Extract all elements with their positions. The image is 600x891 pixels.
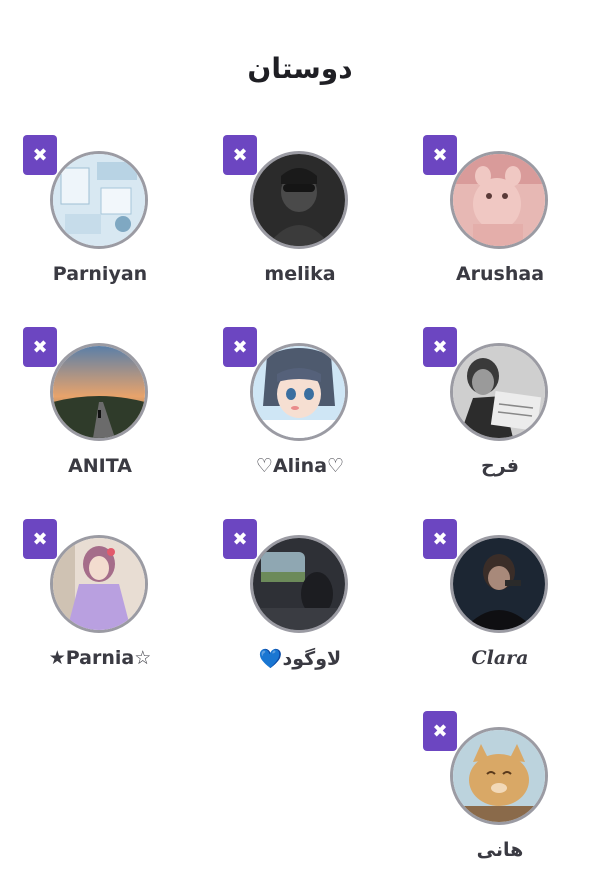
avatar[interactable] xyxy=(250,343,348,441)
friend-name: melika xyxy=(264,263,336,285)
close-icon: ✖ xyxy=(232,528,248,550)
avatar[interactable] xyxy=(450,535,548,633)
remove-friend-button[interactable]: ✖ xyxy=(423,519,457,559)
avatar[interactable] xyxy=(50,151,148,249)
friend-card[interactable]: ✖ هانی xyxy=(410,711,590,891)
close-icon: ✖ xyxy=(432,528,448,550)
friend-card[interactable]: ✖ فرح xyxy=(410,327,590,507)
close-icon: ✖ xyxy=(32,144,48,166)
close-icon: ✖ xyxy=(32,336,48,358)
friend-name: فرح xyxy=(481,455,519,477)
friend-card[interactable]: ✖ Clara xyxy=(410,519,590,699)
remove-friend-button[interactable]: ✖ xyxy=(23,135,57,175)
friend-card[interactable]: ✖ melika xyxy=(210,135,390,315)
remove-friend-button[interactable]: ✖ xyxy=(223,327,257,367)
remove-friend-button[interactable]: ✖ xyxy=(223,135,257,175)
friend-name: Parniyan xyxy=(52,263,148,285)
friend-card[interactable]: ✖ ANITA xyxy=(10,327,190,507)
friend-name: Arushaa xyxy=(455,263,545,285)
avatar[interactable] xyxy=(250,151,348,249)
friend-card[interactable]: ✖ ♡Alina♡ xyxy=(210,327,390,507)
avatar[interactable] xyxy=(450,727,548,825)
close-icon: ✖ xyxy=(232,144,248,166)
friend-name: ★Parnia☆ xyxy=(48,647,152,669)
remove-friend-button[interactable]: ✖ xyxy=(23,519,57,559)
friend-name: Clara xyxy=(471,647,529,669)
avatar[interactable] xyxy=(450,151,548,249)
close-icon: ✖ xyxy=(432,336,448,358)
avatar[interactable] xyxy=(450,343,548,441)
remove-friend-button[interactable]: ✖ xyxy=(223,519,257,559)
close-icon: ✖ xyxy=(432,720,448,742)
remove-friend-button[interactable]: ✖ xyxy=(423,711,457,751)
friends-grid: ✖ Arushaa ✖ melika ✖ Parniyan ✖ فرح ✖ ♡A… xyxy=(0,0,600,882)
friend-card[interactable]: ✖ Arushaa xyxy=(410,135,590,315)
friend-name: هانی xyxy=(476,839,524,861)
friend-card[interactable]: ✖ Parniyan xyxy=(10,135,190,315)
remove-friend-button[interactable]: ✖ xyxy=(423,327,457,367)
close-icon: ✖ xyxy=(232,336,248,358)
close-icon: ✖ xyxy=(32,528,48,550)
avatar[interactable] xyxy=(250,535,348,633)
remove-friend-button[interactable]: ✖ xyxy=(423,135,457,175)
friend-card[interactable]: ✖ ★Parnia☆ xyxy=(10,519,190,699)
avatar[interactable] xyxy=(50,535,148,633)
close-icon: ✖ xyxy=(432,144,448,166)
avatar[interactable] xyxy=(50,343,148,441)
friend-card[interactable]: ✖ لاوگود💙 xyxy=(210,519,390,699)
friend-name: ANITA xyxy=(68,455,132,477)
remove-friend-button[interactable]: ✖ xyxy=(23,327,57,367)
friend-name: لاوگود💙 xyxy=(258,648,342,670)
friend-name: ♡Alina♡ xyxy=(255,455,345,477)
